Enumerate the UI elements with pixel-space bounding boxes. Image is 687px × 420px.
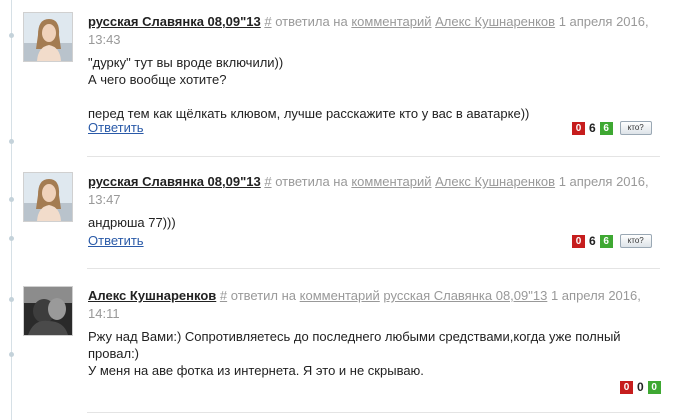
thread-dot — [9, 33, 14, 38]
divider — [87, 412, 660, 413]
comment-text: андрюша 77))) — [88, 214, 666, 231]
vote-down-button[interactable]: 0 — [572, 121, 585, 135]
timestamp-time: 14:11 — [88, 306, 120, 321]
target-user-link[interactable]: русская Славянка 08,09"13 — [383, 288, 547, 303]
avatar[interactable] — [23, 172, 73, 222]
vote-up-button[interactable]: 6 — [599, 121, 613, 135]
target-user-link[interactable]: Алекс Кушнаренков — [435, 174, 555, 189]
author-link[interactable]: русская Славянка 08,09"13 — [88, 174, 261, 189]
timestamp-time: 13:43 — [88, 32, 121, 47]
timestamp-time: 13:47 — [88, 192, 121, 207]
vote-up-button[interactable]: 6 — [599, 234, 613, 248]
comment-text: Ржу над Вами:) Сопротивляетесь до послед… — [88, 328, 666, 379]
comment-text: "дурку" тут вы вроде включили)) А чего в… — [88, 54, 666, 122]
comment-line: А чего вообще хотите? — [88, 72, 227, 87]
reply-link[interactable]: Ответить — [88, 233, 144, 249]
timestamp: 1 апреля 2016, — [558, 14, 649, 29]
vote-down-button[interactable]: 0 — [620, 380, 633, 394]
who-voted-button[interactable]: кто? — [619, 234, 652, 248]
permalink-hash[interactable]: # — [264, 174, 271, 189]
who-voted-button[interactable]: кто? — [619, 121, 652, 135]
action-text: ответила на — [275, 174, 348, 189]
thread-dot — [9, 139, 14, 144]
comment-line: Ржу над Вами:) Сопротивляетесь до послед… — [88, 329, 621, 344]
permalink-hash[interactable]: # — [264, 14, 271, 29]
vote-score: 6 — [589, 121, 596, 135]
comment-line: андрюша 77))) — [88, 215, 176, 230]
thread-dot — [9, 297, 14, 302]
avatar[interactable] — [23, 12, 73, 62]
vote-up-button[interactable]: 0 — [647, 380, 661, 394]
thread-dot — [9, 236, 14, 241]
permalink-hash[interactable]: # — [220, 288, 227, 303]
comment-line: перед тем как щёлкать клювом, лучше расс… — [88, 106, 530, 121]
comment-link[interactable]: комментарий — [351, 174, 431, 189]
action-text: ответила на — [275, 14, 348, 29]
author-link[interactable]: Алекс Кушнаренков — [88, 288, 216, 303]
vote-widget: 0 6 6 кто? — [572, 121, 652, 135]
divider — [87, 268, 660, 269]
divider — [87, 156, 660, 157]
vote-widget: 0 6 6 кто? — [572, 234, 652, 248]
comment-line — [88, 88, 666, 105]
thread-line — [11, 0, 12, 420]
thread-dot — [9, 352, 14, 357]
timestamp: 1 апреля 2016, — [558, 174, 649, 189]
reply-link[interactable]: Ответить — [88, 120, 144, 136]
avatar[interactable] — [23, 286, 73, 336]
vote-score: 6 — [589, 234, 596, 248]
action-text: ответил на — [230, 288, 297, 303]
vote-down-button[interactable]: 0 — [572, 234, 585, 248]
vote-widget: 0 0 0 — [620, 380, 661, 394]
author-link[interactable]: русская Славянка 08,09"13 — [88, 14, 261, 29]
comment-link[interactable]: комментарий — [351, 14, 431, 29]
timestamp: 1 апреля 2016, — [550, 288, 641, 303]
comment-link[interactable]: комментарий — [300, 288, 380, 303]
thread-dot — [9, 197, 14, 202]
comment-line: У меня на аве фотка из интернета. Я это … — [88, 363, 424, 378]
vote-score: 0 — [637, 380, 644, 394]
target-user-link[interactable]: Алекс Кушнаренков — [435, 14, 555, 29]
comment-line: провал:) — [88, 346, 140, 361]
comment-line: "дурку" тут вы вроде включили)) — [88, 55, 284, 70]
